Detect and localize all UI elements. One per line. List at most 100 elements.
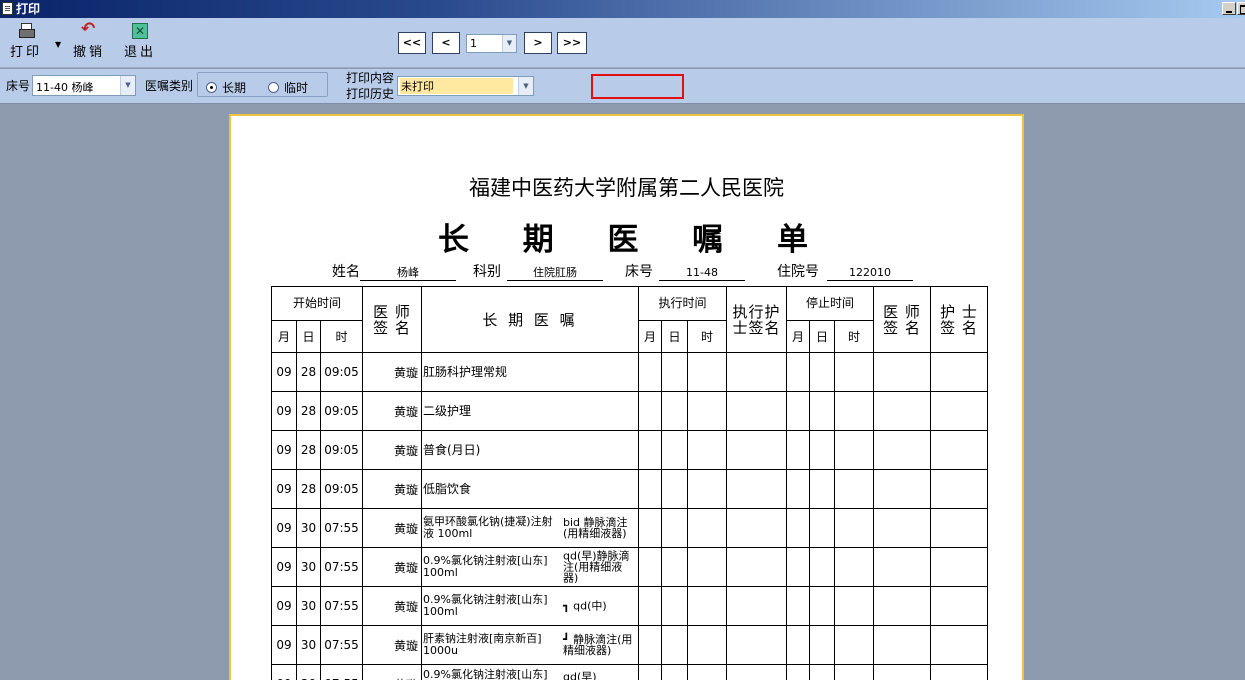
filter-toolbar: 床号 11-40 杨峰 ▼ 医嘱类别 长期 临时 打印内容 打印历史 未打印 ▼: [0, 69, 1245, 104]
row-day: 28: [296, 469, 321, 509]
main-toolbar: 打印 ▼ 撤销 退出 << < 1 ▼ > >>: [0, 18, 1245, 68]
order-text: 肛肠科护理常规: [423, 365, 508, 379]
row-time: 07:55: [320, 508, 363, 548]
bed-select[interactable]: 11-40 杨峰 ▼: [32, 75, 136, 96]
print-content-label: 打印内容: [346, 71, 395, 85]
row-time: 09:05: [320, 430, 363, 470]
bed-value: 11-40 杨峰: [36, 81, 94, 94]
radio-temporary[interactable]: 临时: [268, 79, 308, 96]
radio-long-term[interactable]: 长期: [206, 79, 246, 96]
order-text: 0.9%氯化钠注射液[山东] 100ml: [423, 594, 561, 618]
print-status-select[interactable]: 未打印 ▼: [397, 76, 534, 96]
highlight-box: [591, 74, 684, 99]
prev-page-button[interactable]: <: [432, 32, 460, 54]
print-button[interactable]: 打印: [10, 23, 42, 60]
order-type-group: 长期 临时: [197, 72, 328, 97]
patient-name: 杨峰: [360, 266, 456, 281]
row-order: 普食(月日): [421, 430, 639, 470]
header-day: 日: [296, 320, 321, 353]
patient-name-field: 姓名 杨峰: [332, 261, 456, 281]
row-month: 09: [271, 469, 297, 509]
row-month: 09: [271, 664, 297, 680]
row-month: 09: [271, 625, 297, 665]
order-usage: bid 静脉滴注(用精细液器): [563, 516, 628, 540]
row-day: 30: [296, 547, 321, 587]
table-row: 09 30 07:55 黄璇 0.9%氯化钠注射液[山东] qd(早): [271, 664, 988, 680]
exit-button[interactable]: 退出: [124, 23, 156, 60]
header-doctor-sign-2: 医 师 签 名: [873, 286, 931, 353]
header-exec-nurse-sign: 执行护士签名: [726, 286, 787, 353]
row-time: 09:05: [320, 391, 363, 431]
printer-icon: [18, 23, 35, 39]
order-usage: qd(早)静脉滴注(用精细液器): [563, 549, 630, 585]
undo-button[interactable]: 撤销: [73, 20, 105, 60]
header-month: 月: [638, 320, 662, 353]
order-text: 0.9%氯化钠注射液[山东]: [423, 668, 548, 680]
print-preview-page: 福建中医药大学附属第二人民医院 长 期 医 嘱 单 姓名 杨峰 科别 住院肛肠 床号…: [229, 114, 1024, 680]
title-char: 期: [522, 222, 554, 258]
row-month: 09: [271, 352, 297, 392]
bed-number: 11-48: [659, 266, 745, 281]
table-row: 09 30 07:55 黄璇 0.9%氯化钠注射液[山东] 100ml ┓ qd(…: [271, 586, 988, 626]
table-row: 09 30 07:55 黄璇 0.9%氯化钠注射液[山东] 100ml qd(早)…: [271, 547, 988, 587]
admission-number-label: 住院号: [777, 264, 819, 280]
undo-icon: [81, 20, 98, 39]
row-month: 09: [271, 391, 297, 431]
row-order: 氨甲环酸氯化钠(捷凝)注射液 100ml bid 静脉滴注(用精细液器): [421, 508, 639, 548]
print-dropdown-arrow[interactable]: ▼: [55, 40, 61, 49]
order-text: 二级护理: [423, 404, 472, 418]
row-order: 肝素钠注射液[南京新百] 1000u ┛ 静脉滴注(用精细液器): [421, 625, 639, 665]
page-number-combo[interactable]: 1 ▼: [466, 34, 517, 53]
window-title: 打印: [16, 2, 41, 16]
header-stop-time: 停止时间: [786, 286, 874, 321]
table-row: 09 28 09:05 黄璇 低脂饮食: [271, 469, 988, 509]
patient-name-label: 姓名: [332, 264, 360, 280]
long-term-label: 长期: [222, 81, 247, 95]
title-char: 长: [438, 222, 469, 258]
header-doctor-sign: 医 师 签 名: [362, 286, 422, 353]
row-day: 30: [296, 586, 321, 626]
row-day: 30: [296, 664, 321, 680]
exit-icon: [132, 23, 148, 39]
document-title: 长 期 医 嘱 单: [438, 214, 808, 259]
order-type-label: 医嘱类别: [145, 79, 194, 93]
hospital-name: 福建中医药大学附属第二人民医院: [469, 176, 784, 200]
order-dose: 1000u: [423, 644, 458, 657]
window-icon: [2, 2, 13, 15]
header-month: 月: [786, 320, 810, 353]
row-order: 0.9%氯化钠注射液[山东] 100ml qd(早)静脉滴注(用精细液器): [421, 547, 639, 587]
order-dose: 100ml: [423, 605, 458, 618]
header-start-time: 开始时间: [271, 286, 363, 321]
header-hour: 时: [320, 320, 363, 353]
chevron-down-icon[interactable]: ▼: [120, 76, 135, 95]
table-row: 09 30 07:55 黄璇 肝素钠注射液[南京新百] 1000u ┛ 静脉滴注(…: [271, 625, 988, 665]
order-usage: ┓ qd(中): [563, 599, 607, 613]
order-text: 0.9%氯化钠注射液[山东] 100ml: [423, 555, 561, 579]
first-page-button[interactable]: <<: [398, 32, 426, 54]
chevron-down-icon[interactable]: ▼: [518, 77, 533, 95]
header-nurse-sign: 护 士 签 名: [930, 286, 988, 353]
header-month: 月: [271, 320, 297, 353]
order-text: 普食(月日): [423, 443, 481, 457]
row-order: 二级护理: [421, 391, 639, 431]
order-usage: qd(早): [563, 670, 597, 680]
last-page-button[interactable]: >>: [557, 32, 587, 54]
next-page-button[interactable]: >: [524, 32, 552, 54]
header-day: 日: [809, 320, 835, 353]
radio-unchecked-icon: [268, 82, 279, 93]
department-label: 科别: [473, 264, 501, 280]
row-order: 低脂饮食: [421, 469, 639, 509]
minimize-button[interactable]: [1222, 2, 1236, 15]
row-time: 07:55: [320, 586, 363, 626]
orders-table: 开始时间 医 师 签 名 长 期 医 嘱 执行时间 执行护士签名 停止时间 医 …: [271, 286, 988, 680]
order-usage: ┛ 静脉滴注(用精细液器): [563, 633, 633, 657]
header-exec-time: 执行时间: [638, 286, 727, 321]
row-doctor: 黄璇: [362, 391, 422, 431]
maximize-button[interactable]: [1237, 2, 1245, 15]
title-char: 医: [607, 222, 639, 258]
order-dose: 100ml: [423, 566, 458, 579]
admission-number-field: 住院号 122010: [777, 261, 913, 281]
table-row: 09 30 07:55 黄璇 氨甲环酸氯化钠(捷凝)注射液 100ml bid …: [271, 508, 988, 548]
chevron-down-icon[interactable]: ▼: [502, 35, 516, 52]
row-doctor: 黄璇: [362, 625, 422, 665]
